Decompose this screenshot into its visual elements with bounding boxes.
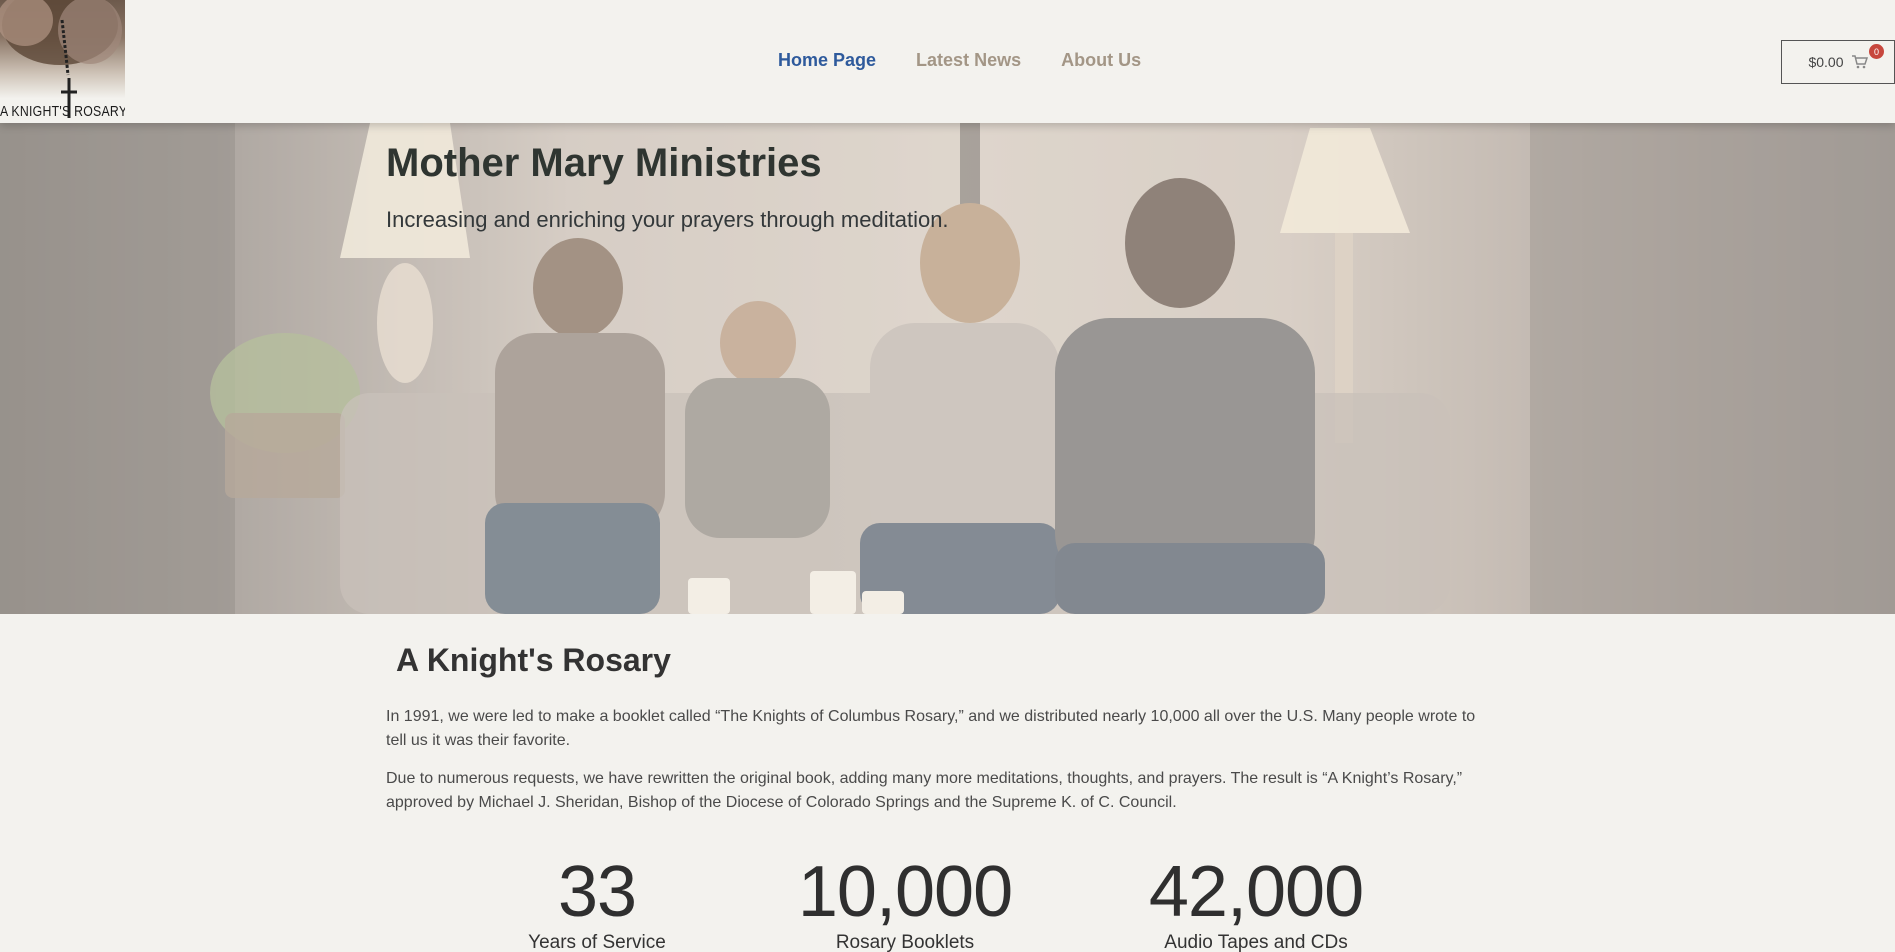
cart-total: $0.00	[1808, 54, 1844, 70]
site-logo[interactable]: A KNIGHT'S ROSARY	[0, 0, 125, 123]
nav-latest-news[interactable]: Latest News	[916, 50, 1021, 71]
hero-overlay	[0, 123, 1895, 614]
stat-number: 33	[557, 852, 637, 932]
cart-count-badge: 0	[1869, 44, 1884, 59]
intro-paragraph-1: In 1991, we were led to make a booklet c…	[386, 708, 1476, 749]
hero-banner: Mother Mary Ministries Increasing and en…	[0, 123, 1895, 614]
cart-button[interactable]: $0.00 0	[1781, 40, 1895, 84]
shopping-cart-icon	[1851, 55, 1868, 69]
nav-about-us[interactable]: About Us	[1061, 50, 1141, 71]
stat-label: Audio Tapes and CDs	[1164, 932, 1348, 952]
stat-label: Years of Service	[528, 932, 666, 952]
stat-rosary-booklets: 10,000 Rosary Booklets	[780, 856, 1030, 952]
logo-text: A KNIGHT'S ROSARY	[0, 103, 125, 120]
main-nav: Home Page Latest News About Us	[778, 50, 1141, 71]
stat-number: 42,000	[1148, 852, 1364, 932]
section-heading: A Knight's Rosary	[396, 642, 671, 678]
hero-subtitle: Increasing and enriching your prayers th…	[386, 207, 949, 232]
nav-home-page[interactable]: Home Page	[778, 50, 876, 71]
hero-title: Mother Mary Ministries	[386, 141, 822, 185]
intro-paragraph-2: Due to numerous requests, we have rewrit…	[386, 770, 1463, 811]
stat-audio-tapes: 42,000 Audio Tapes and CDs	[1125, 856, 1387, 952]
stat-years-of-service: 33 Years of Service	[497, 856, 697, 952]
site-header: A KNIGHT'S ROSARY Home Page Latest News …	[0, 0, 1895, 123]
stat-label: Rosary Booklets	[835, 932, 975, 952]
stat-number: 10,000	[797, 852, 1013, 932]
